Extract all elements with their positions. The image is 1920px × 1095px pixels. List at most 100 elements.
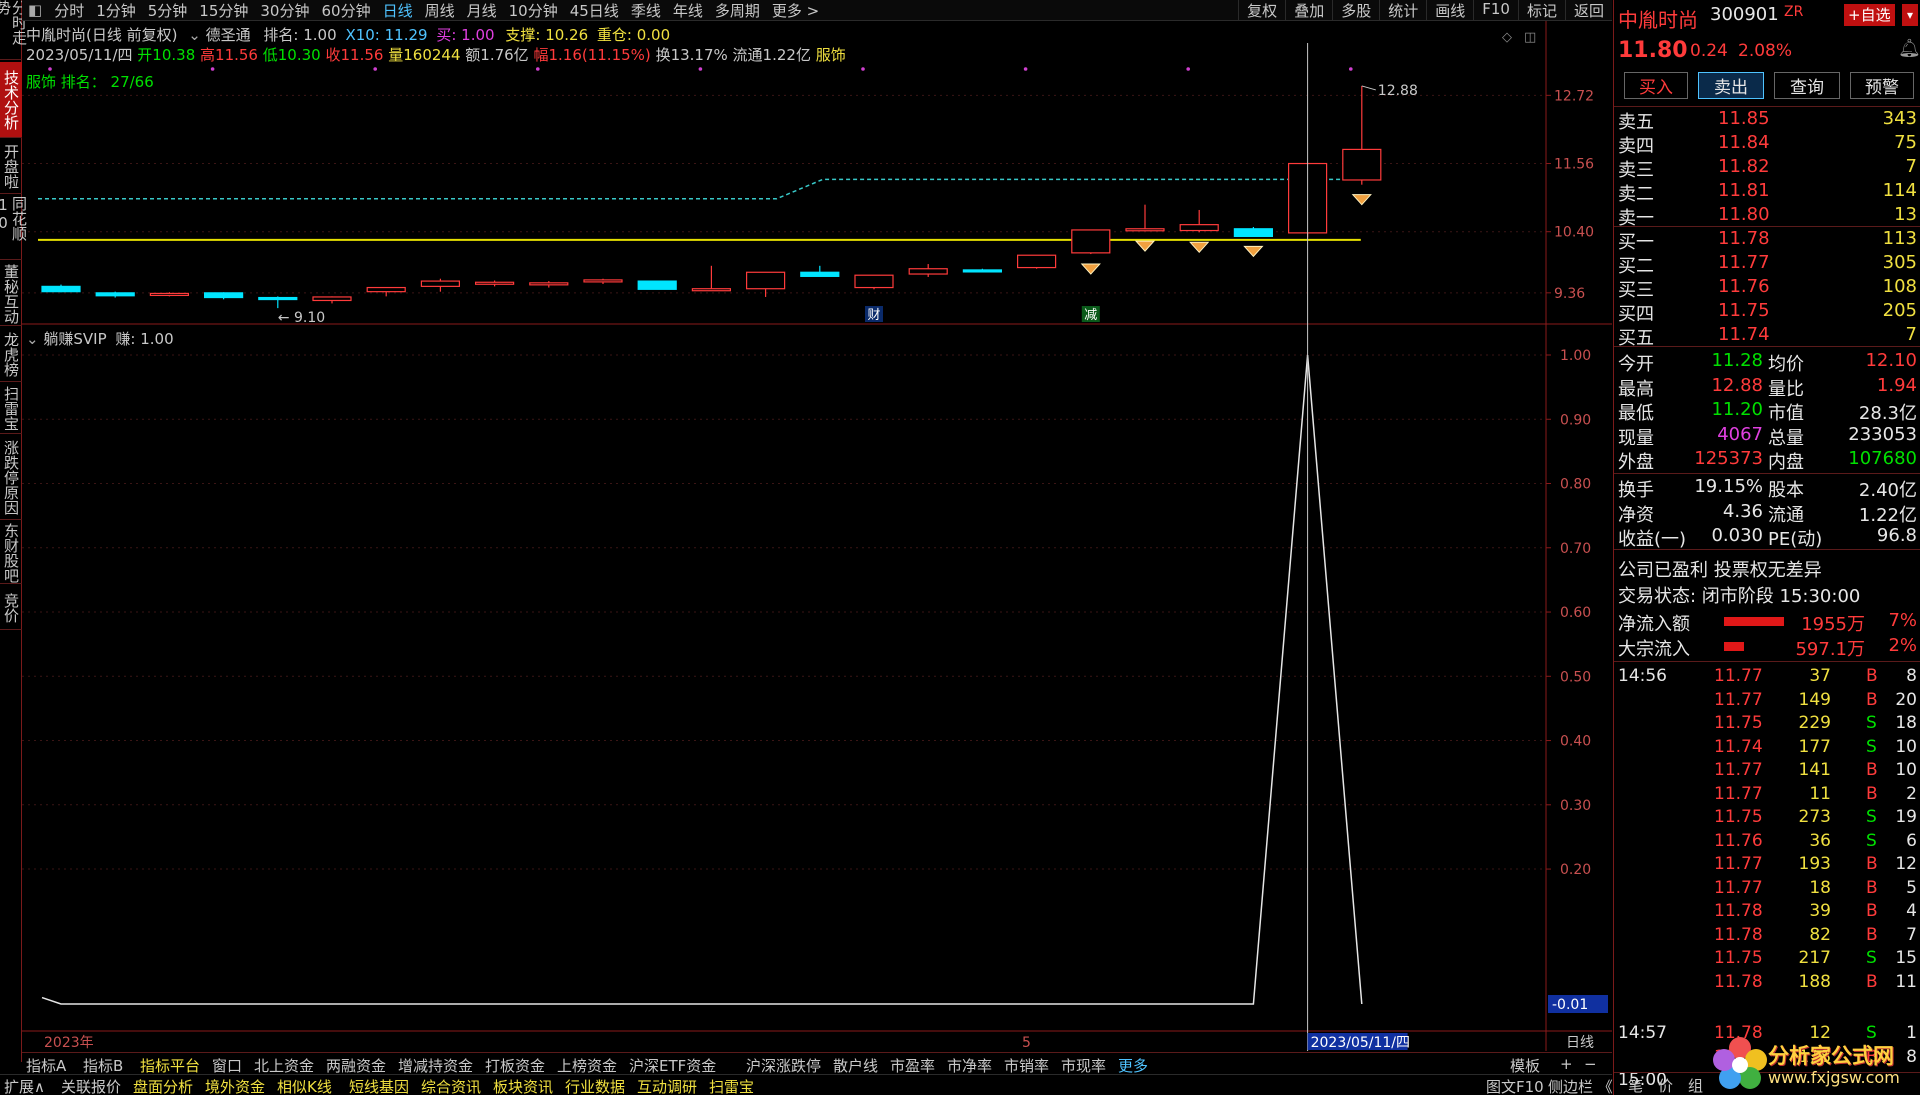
alert-button[interactable]: 预警	[1850, 72, 1914, 99]
watchlist-dropdown-icon[interactable]: ▾	[1902, 4, 1918, 26]
left-tab-1[interactable]: 技术分析	[0, 62, 22, 138]
period-11[interactable]: 季线	[625, 0, 667, 21]
zoom-in-button[interactable]: +	[1560, 1055, 1573, 1073]
period-8[interactable]: 月线	[461, 0, 503, 21]
add-watchlist-button[interactable]: +自选	[1844, 4, 1895, 26]
tool-7[interactable]: 返回	[1564, 0, 1612, 21]
candle[interactable]	[800, 271, 840, 277]
left-tab-3[interactable]: 同花顺10	[0, 196, 28, 260]
detail-tab-2[interactable]: 组	[1688, 1075, 1703, 1095]
bottom-tab-9[interactable]: 沪深ETF资金	[629, 1055, 716, 1076]
window-toggle-icon[interactable]: ◫	[1524, 30, 1536, 45]
tool-2[interactable]: 多股	[1332, 0, 1379, 21]
zoom-out-button[interactable]: −	[1584, 1055, 1597, 1073]
bottom-tab-2[interactable]: 指标平台	[140, 1055, 200, 1076]
candle[interactable]	[1342, 148, 1382, 181]
bottom-tab2-5[interactable]: 短线基因	[349, 1076, 409, 1095]
left-tab-8[interactable]: 东财股吧	[0, 522, 22, 584]
candle[interactable]	[1016, 254, 1057, 269]
left-tab-7[interactable]: 涨跌停原因	[0, 436, 22, 520]
period-5[interactable]: 60分钟	[315, 0, 376, 21]
detail-tab-0[interactable]: 笔	[1628, 1075, 1643, 1095]
bottom-tab2-7[interactable]: 板块资讯	[493, 1076, 553, 1095]
left-tab-0[interactable]: 分时走势	[0, 0, 28, 60]
candle[interactable]	[1179, 224, 1219, 232]
indicator-dropdown-icon[interactable]: ⌄	[188, 26, 201, 44]
tool-5[interactable]: F10	[1473, 0, 1518, 21]
bottom-tab-0[interactable]: 指标A	[26, 1055, 66, 1076]
candle[interactable]	[529, 282, 569, 286]
candle[interactable]	[691, 288, 732, 292]
diamond-toggle-icon[interactable]: ◇	[1502, 30, 1512, 45]
candle[interactable]	[637, 280, 677, 290]
sidebar-toggle[interactable]: 侧边栏 《	[1548, 1076, 1613, 1095]
candle[interactable]	[95, 292, 135, 297]
bottom-tab2-0[interactable]: 扩展∧	[4, 1076, 45, 1095]
candle[interactable]	[1125, 228, 1165, 232]
period-12[interactable]: 年线	[667, 0, 709, 21]
tool-0[interactable]: 复权	[1238, 0, 1285, 21]
sub-indicator-name[interactable]: 躺赚SVIP	[43, 330, 106, 348]
bottom-tab-12[interactable]: 市盈率	[890, 1055, 935, 1076]
bottom-tab2-9[interactable]: 互动调研	[637, 1076, 697, 1095]
period-4[interactable]: 30分钟	[254, 0, 315, 21]
period-9[interactable]: 10分钟	[503, 0, 564, 21]
period-13[interactable]: 多周期	[709, 0, 766, 21]
candle[interactable]	[258, 296, 298, 301]
buy-button[interactable]: 买入	[1624, 72, 1688, 99]
event-marker[interactable]: 减	[1084, 308, 1097, 323]
candle[interactable]	[962, 269, 1003, 273]
query-button[interactable]: 查询	[1774, 72, 1840, 99]
bottom-tab-3[interactable]: 窗口	[212, 1055, 242, 1076]
candle[interactable]	[583, 279, 623, 283]
tool-4[interactable]: 画线	[1426, 0, 1473, 21]
period-10[interactable]: 45日线	[564, 0, 625, 21]
bottom-tab-8[interactable]: 上榜资金	[557, 1055, 617, 1076]
tool-1[interactable]: 叠加	[1285, 0, 1332, 21]
bottom-tab2-2[interactable]: 盘面分析	[133, 1076, 193, 1095]
candle[interactable]	[420, 280, 460, 287]
candle[interactable]	[41, 285, 81, 293]
period-3[interactable]: 15分钟	[193, 0, 254, 21]
bottom-tab-4[interactable]: 北上资金	[254, 1055, 314, 1076]
chart-area[interactable]: 12.72 11.56 10.40 9.36 12.88 ← 9.10 财 减 1.00 0.90…	[22, 21, 1612, 1062]
detail-tab-1[interactable]: 价	[1658, 1075, 1673, 1095]
left-tab-2[interactable]: 开盘啦	[0, 140, 22, 194]
period-14[interactable]: 更多 >	[766, 0, 825, 21]
bottom-tab2-10[interactable]: 扫雷宝	[709, 1076, 754, 1095]
sell-button[interactable]: 卖出	[1698, 72, 1764, 99]
bottom-tab2-8[interactable]: 行业数据	[565, 1076, 625, 1095]
candle[interactable]	[1071, 229, 1111, 254]
bottom-tab-10[interactable]: 沪深涨跌停	[746, 1055, 821, 1076]
bottom-tab-1[interactable]: 指标B	[83, 1055, 123, 1076]
bottom-tab-11[interactable]: 散户线	[833, 1055, 878, 1076]
bottom-tab-7[interactable]: 打板资金	[485, 1055, 545, 1076]
template-button[interactable]: 模板	[1510, 1055, 1540, 1076]
candle[interactable]	[475, 281, 515, 285]
bottom-tab2-4[interactable]: 相似K线	[277, 1076, 332, 1095]
bottom-tab-6[interactable]: 增减持资金	[398, 1055, 473, 1076]
candle[interactable]	[1233, 228, 1274, 238]
bottom-tab-5[interactable]: 两融资金	[326, 1055, 386, 1076]
f10-button[interactable]: 图文F10	[1486, 1076, 1544, 1095]
period-1[interactable]: 1分钟	[90, 0, 142, 21]
tool-6[interactable]: 标记	[1517, 0, 1565, 21]
period-2[interactable]: 5分钟	[142, 0, 194, 21]
candle[interactable]	[745, 271, 786, 290]
tool-3[interactable]: 统计	[1379, 0, 1426, 21]
candle[interactable]	[908, 268, 948, 275]
bottom-tab2-6[interactable]: 综合资讯	[421, 1076, 481, 1095]
candle[interactable]	[366, 286, 406, 293]
candle[interactable]	[149, 292, 189, 297]
event-marker[interactable]: 财	[867, 308, 880, 323]
candle[interactable]	[312, 296, 352, 302]
period-7[interactable]: 周线	[419, 0, 461, 21]
bottom-tab-13[interactable]: 市净率	[947, 1055, 992, 1076]
left-tab-4[interactable]: 董秘互动	[0, 262, 22, 326]
layout-toggle-icon[interactable]: ◧	[22, 1, 48, 19]
bell-icon[interactable]: 🔔︎	[1898, 38, 1920, 59]
sub-indicator-dropdown-icon[interactable]: ⌄	[26, 330, 39, 348]
period-0[interactable]: 分时	[48, 0, 90, 21]
bottom-tab-14[interactable]: 市销率	[1004, 1055, 1049, 1076]
bottom-tab2-1[interactable]: 关联报价	[61, 1076, 121, 1095]
